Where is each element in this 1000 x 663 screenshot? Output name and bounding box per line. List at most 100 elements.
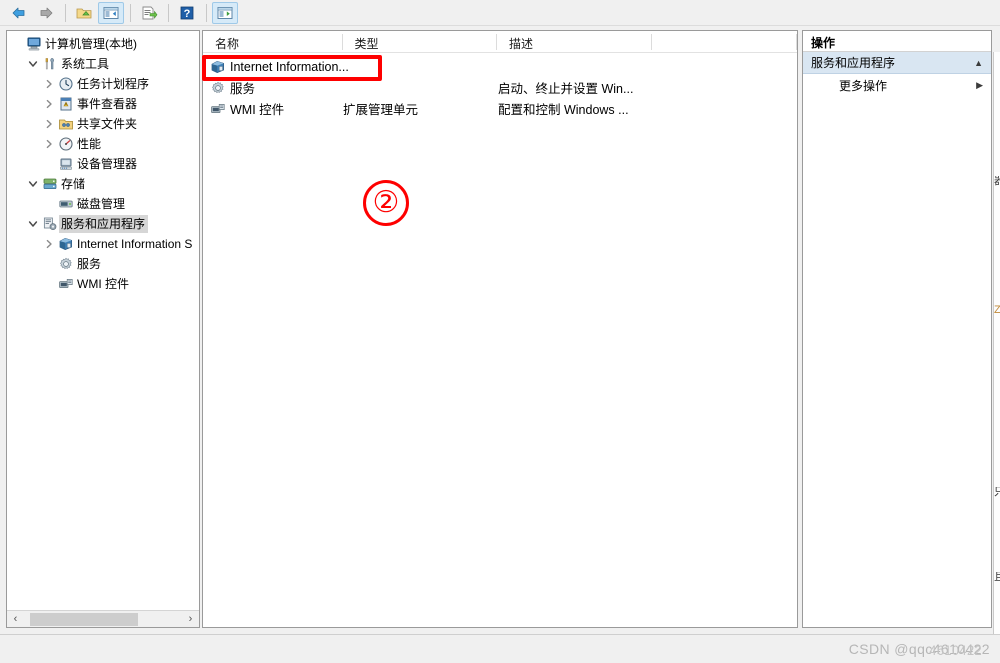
chevron-right-icon[interactable]: ▶ (976, 80, 983, 91)
tree-item-1[interactable]: 系统工具 (7, 54, 199, 74)
chevron-down-icon[interactable] (25, 56, 41, 72)
toolbar-separator (65, 3, 66, 22)
list-row[interactable]: WMI 控件 扩展管理单元 配置和控制 Windows ... (203, 98, 797, 119)
watermark-ghost-text: 4610422 (929, 642, 982, 658)
shared-folders-icon (57, 116, 75, 132)
column-header-label: 类型 (354, 37, 379, 51)
actions-item-0[interactable]: 更多操作 ▶ (803, 74, 991, 96)
scroll-right-arrow-icon[interactable]: › (182, 611, 199, 627)
column-header-label: 描述 (509, 37, 534, 51)
actions-item-list[interactable]: 更多操作 ▶ (803, 74, 991, 96)
forward-button[interactable] (33, 2, 59, 24)
tree-item-5[interactable]: 性能 (7, 134, 199, 154)
chevron-right-icon[interactable] (41, 116, 57, 132)
chevron-up-icon[interactable]: ▲ (974, 58, 983, 68)
list-item-description: 配置和控制 Windows ... (498, 103, 629, 117)
list-item-type: 扩展管理单元 (343, 103, 419, 117)
chevron-right-icon[interactable] (41, 76, 57, 92)
back-icon (12, 7, 25, 18)
list-row[interactable]: Internet Information... (203, 56, 797, 77)
system-tools-icon (41, 56, 59, 72)
actions-item-label: 更多操作 (839, 78, 888, 93)
forward-icon (40, 7, 53, 18)
services-icon (57, 256, 75, 272)
show-action-pane-button[interactable] (212, 1, 238, 24)
properties-button[interactable] (136, 2, 162, 24)
device-manager-icon (57, 156, 75, 172)
column-header-3[interactable] (652, 31, 798, 52)
tree-item-3[interactable]: 事件查看器 (7, 94, 199, 114)
help-button[interactable]: ? (174, 2, 200, 24)
back-button[interactable] (6, 2, 32, 24)
list-item-name: WMI 控件 (230, 103, 285, 117)
column-header-1[interactable]: 类型 (343, 31, 498, 52)
chevron-down-icon[interactable] (25, 176, 41, 192)
tree-item-11[interactable]: 服务 (7, 254, 199, 274)
list-row[interactable]: 服务 启动、终止并设置 Win... (203, 77, 797, 98)
wmi-icon (211, 103, 225, 113)
column-header-label: 名称 (215, 37, 240, 51)
help-icon: ? (180, 6, 194, 20)
column-header-0[interactable]: 名称 (203, 31, 343, 52)
column-header-2[interactable]: 描述 (497, 31, 652, 52)
status-bar: CSDN @qqc4610422 4610422 (0, 634, 1000, 663)
actions-group-header[interactable]: 服务和应用程序 ▲ (803, 52, 991, 74)
csdn-watermark: CSDN @qqc4610422 4610422 (849, 641, 990, 658)
tree-item-label: 服务 (77, 257, 102, 271)
toolbar-separator-3 (168, 3, 169, 22)
svg-text:?: ? (184, 8, 191, 20)
disk-management-icon (57, 196, 75, 212)
show-action-pane-icon (217, 6, 233, 19)
show-hide-tree-icon (103, 6, 119, 19)
tree-item-2[interactable]: 任务计划程序 (7, 74, 199, 94)
tree-item-0[interactable]: 计算机管理(本地) (7, 34, 199, 54)
event-viewer-icon (57, 96, 75, 112)
task-scheduler-icon (59, 77, 73, 91)
shared-folders-icon (59, 119, 73, 130)
toolbar: ? (0, 0, 1000, 26)
details-list-pane: 名称 类型 描述 Internet Information... 服务 启动、终止并设置… (202, 30, 798, 628)
console-tree-pane: 计算机管理(本地) 系统工具 任务计划程序 事件查看器 共享文件夹 性能设备管理器存储磁盘… (6, 30, 200, 628)
tree-item-label: 存储 (61, 177, 86, 191)
storage-icon (43, 178, 57, 189)
show-hide-tree-button[interactable] (98, 1, 124, 24)
list-rows[interactable]: Internet Information... 服务 启动、终止并设置 Win...… (203, 53, 797, 119)
console-tree[interactable]: 计算机管理(本地) 系统工具 任务计划程序 事件查看器 共享文件夹 性能设备管理器存储磁盘… (7, 31, 199, 610)
tree-item-12[interactable]: WMI 控件 (7, 274, 199, 294)
storage-icon (41, 176, 59, 192)
tree-item-9[interactable]: 服务和应用程序 (7, 214, 199, 234)
chevron-down-icon[interactable] (25, 216, 41, 232)
tree-horizontal-scrollbar[interactable]: ‹ › (7, 610, 199, 627)
actions-group-label: 服务和应用程序 (811, 56, 896, 70)
actions-pane: 操作 服务和应用程序 ▲ 更多操作 ▶ (802, 30, 992, 628)
services-apps-icon (43, 217, 57, 230)
iis-icon (59, 238, 72, 250)
chevron-right-icon[interactable] (41, 236, 57, 252)
system-tools-icon (45, 57, 54, 70)
computer-icon (25, 36, 43, 52)
tree-item-6[interactable]: 设备管理器 (7, 154, 199, 174)
scrollbar-thumb[interactable] (30, 612, 138, 626)
tree-item-10[interactable]: Internet Information S (7, 234, 199, 254)
toolbar-separator-2 (130, 3, 131, 22)
sliver-fragment-3: 只 (994, 487, 1000, 498)
wmi-icon (57, 276, 75, 292)
list-item-name: Internet Information... (230, 59, 349, 74)
iis-icon (57, 236, 75, 252)
chevron-right-icon[interactable] (41, 96, 57, 112)
tree-item-label: 服务和应用程序 (59, 215, 149, 233)
tree-item-4[interactable]: 共享文件夹 (7, 114, 199, 134)
tree-item-8[interactable]: 磁盘管理 (7, 194, 199, 214)
performance-icon (57, 136, 75, 152)
tree-item-label: 设备管理器 (77, 157, 138, 171)
up-folder-button[interactable] (71, 2, 97, 24)
list-cell-name: 服务 (203, 78, 343, 97)
list-item-description: 启动、终止并设置 Win... (498, 82, 634, 96)
tree-item-7[interactable]: 存储 (7, 174, 199, 194)
chevron-right-icon[interactable] (41, 136, 57, 152)
scroll-left-arrow-icon[interactable]: ‹ (7, 611, 24, 627)
